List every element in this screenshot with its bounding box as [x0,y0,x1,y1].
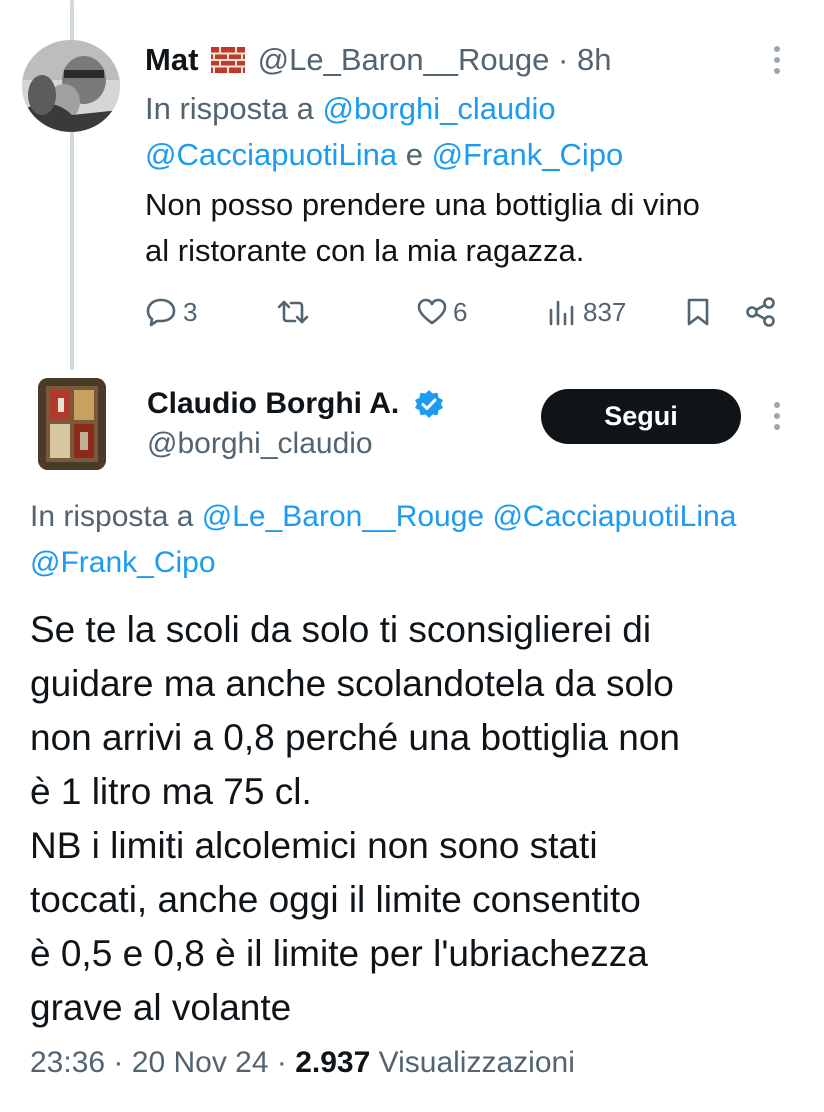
mention-link[interactable]: @Frank_Cipo [30,546,216,579]
more-options-icon[interactable] [772,46,782,74]
reply-button[interactable]: 3 [145,290,197,334]
reply-tweet-header: Mat @Le_Baron__Rouge · 8h [145,40,611,83]
tweet-text-line: toccati, anche oggi il limite consentito [30,879,641,920]
tweet-text-line: è 0,5 e 0,8 è il limite per l'ubriachezz… [30,933,648,974]
more-options-icon[interactable] [772,402,782,430]
reply-conjunction: e [405,137,423,172]
mention-link[interactable]: @Le_Baron__Rouge [202,500,484,533]
tweet-text-line: non arrivi a 0,8 perché una bottiglia no… [30,717,680,758]
tweet-text: Se te la scoli da solo ti sconsiglierei … [30,603,820,1035]
author-handle[interactable]: @Le_Baron__Rouge [258,42,550,77]
author-name[interactable]: Claudio Borghi A. [147,387,399,420]
tweet-meta: 23:36 · 20 Nov 24 · 2.937 Visualizzazion… [30,1038,575,1088]
tweet-text-line: guidare ma anche scolandotela da solo [30,663,674,704]
views-count: 837 [583,296,627,327]
reply-prefix: In risposta a [30,500,194,533]
tweet-text: Non posso prendere una bottiglia di vino… [145,182,805,274]
avatar[interactable] [38,378,106,470]
views-icon [549,300,574,326]
follow-button[interactable]: Segui [541,389,741,444]
tweet-time[interactable]: 8h [577,42,611,77]
separator: · [113,1046,124,1079]
heart-icon [417,298,447,325]
tweet-date[interactable]: 20 Nov 24 [132,1046,269,1079]
tweet-text-line: NB i limiti alcolemici non sono stati [30,825,598,866]
share-icon [746,297,775,327]
author-name[interactable]: Mat [145,42,198,77]
like-button[interactable]: 6 [417,290,467,334]
tweet-time[interactable]: 23:36 [30,1046,105,1079]
tweet-text-line: è 1 litro ma 75 cl. [30,771,312,812]
like-count: 6 [453,296,468,327]
views-count[interactable]: 2.937 [295,1046,370,1079]
mention-link[interactable]: @CacciapuotiLina [492,500,736,533]
tweet-text-line: grave al volante [30,987,292,1028]
bookmark-button[interactable] [685,290,711,334]
brick-wall-icon [211,43,246,83]
mention-link[interactable]: @CacciapuotiLina [145,137,397,172]
action-bar: 3 6 837 [145,290,795,334]
retweet-button[interactable] [275,290,311,334]
reply-count: 3 [183,296,198,327]
tweet-text-line: Non posso prendere una bottiglia di vino [145,187,700,222]
reply-prefix: In risposta a [145,91,314,126]
views-label[interactable]: Visualizzazioni [379,1046,575,1079]
reply-context: In risposta a @borghi_claudio @Cacciapuo… [145,86,785,178]
tweet-text-line: al ristorante con la mia ragazza. [145,233,585,268]
mention-link[interactable]: @borghi_claudio [323,91,556,126]
reply-icon [146,298,176,327]
tweet-text-line: Se te la scoli da solo ti sconsiglierei … [30,609,652,650]
author-handle[interactable]: @borghi_claudio [147,424,373,464]
avatar[interactable] [22,40,120,132]
share-button[interactable] [745,290,777,334]
views-button[interactable]: 837 [547,290,626,334]
retweet-icon [277,300,309,324]
bookmark-icon [687,298,709,326]
separator: · [558,42,569,77]
reply-context: In risposta a @Le_Baron__Rouge @Cacciapu… [30,494,824,586]
mention-link[interactable]: @Frank_Cipo [432,137,624,172]
separator: · [276,1046,287,1079]
verified-badge-icon [414,389,444,430]
